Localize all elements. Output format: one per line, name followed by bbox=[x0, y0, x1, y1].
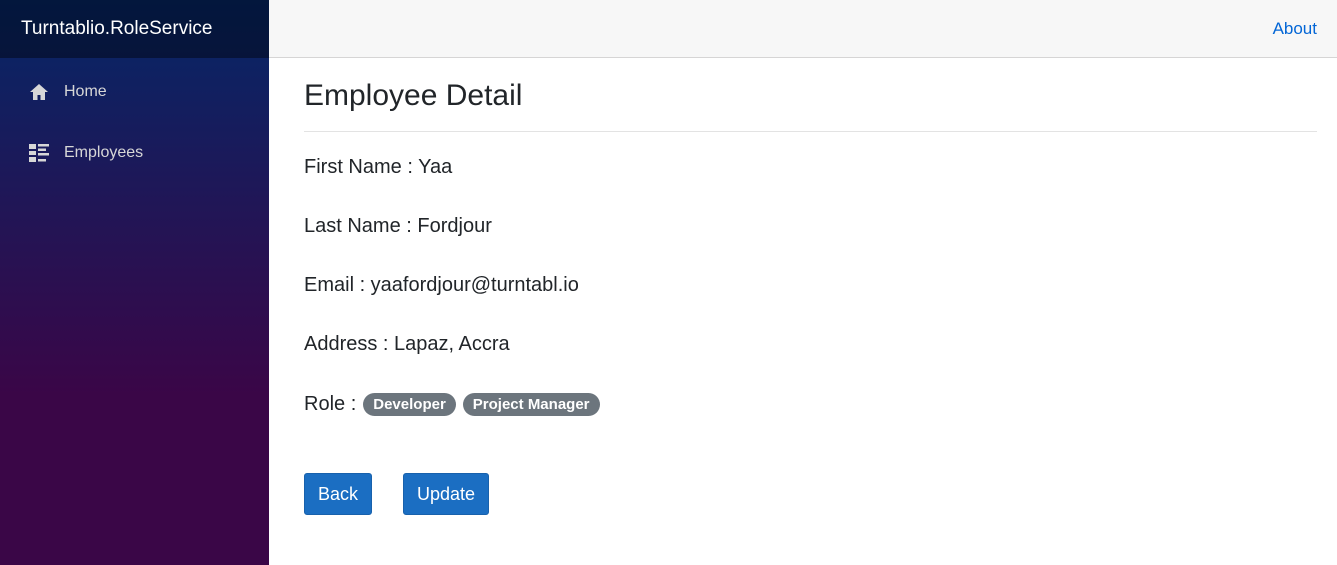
sidebar-item-employees[interactable]: Employees bbox=[0, 131, 269, 175]
title-divider bbox=[304, 131, 1317, 132]
page-title: Employee Detail bbox=[304, 79, 523, 112]
email-field: Email : yaafordjour@turntabl.io bbox=[304, 274, 579, 296]
update-button[interactable]: Update bbox=[403, 473, 489, 515]
home-icon bbox=[29, 82, 49, 102]
role-badge-developer: Developer bbox=[363, 392, 456, 416]
about-link[interactable]: About bbox=[1273, 19, 1317, 39]
sidebar-nav: Home Employees bbox=[0, 58, 269, 175]
sidebar-item-label: Home bbox=[64, 83, 107, 100]
sidebar-item-label: Employees bbox=[64, 144, 144, 161]
list-icon bbox=[29, 143, 49, 163]
address-field: Address : Lapaz, Accra bbox=[304, 333, 510, 355]
brand-bar: Turntablio.RoleService bbox=[0, 0, 269, 58]
last-name-field: Last Name : Fordjour bbox=[304, 215, 492, 237]
brand-title[interactable]: Turntablio.RoleService bbox=[21, 18, 213, 40]
top-bar: About bbox=[269, 0, 1337, 58]
first-name-field: First Name : Yaa bbox=[304, 156, 453, 178]
sidebar: Turntablio.RoleService Home Employees bbox=[0, 0, 269, 565]
back-button[interactable]: Back bbox=[304, 473, 372, 515]
main-content: Employee Detail First Name : Yaa Last Na… bbox=[304, 58, 1317, 515]
role-field: Role : Developer Project Manager bbox=[304, 392, 607, 416]
role-label: Role : bbox=[304, 393, 357, 415]
role-badge-project-manager: Project Manager bbox=[462, 392, 600, 416]
sidebar-item-home[interactable]: Home bbox=[0, 70, 269, 114]
